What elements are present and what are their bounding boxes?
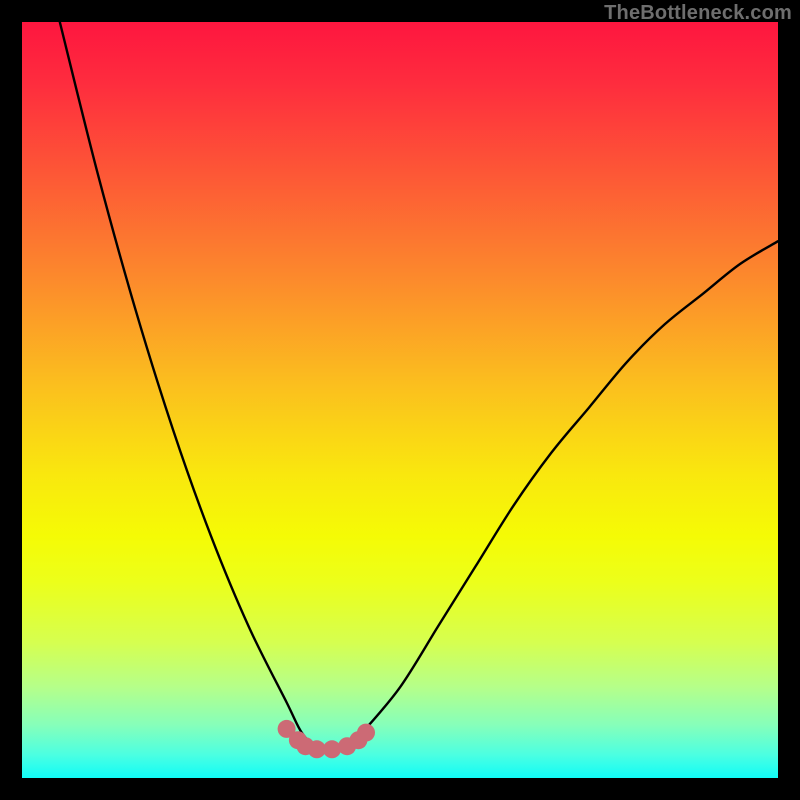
bottleneck-curve (60, 22, 778, 749)
highlight-dot (357, 724, 375, 742)
bottleneck-chart (22, 22, 778, 778)
highlight-dots (278, 720, 375, 758)
highlight-dot (323, 740, 341, 758)
chart-frame (22, 22, 778, 778)
watermark-text: TheBottleneck.com (604, 2, 792, 25)
